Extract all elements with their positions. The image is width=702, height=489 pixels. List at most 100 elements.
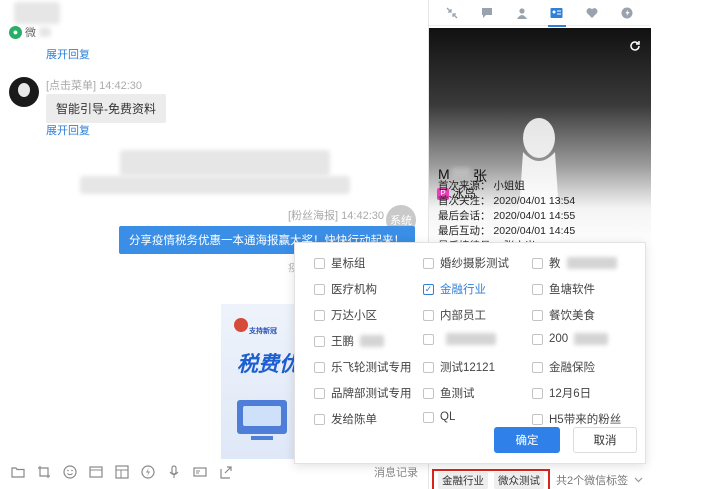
checkbox[interactable]	[314, 257, 325, 269]
microphone-icon[interactable]	[166, 464, 182, 480]
heart-icon[interactable]	[581, 2, 603, 24]
tag-option[interactable]	[423, 333, 496, 345]
tag-option[interactable]: 医疗机构	[314, 281, 377, 297]
tag-option[interactable]: 200	[532, 333, 609, 345]
checkbox[interactable]	[532, 257, 543, 269]
tag-option[interactable]: 内部员工	[423, 307, 486, 323]
shrink-icon[interactable]	[441, 2, 463, 24]
emblem-icon	[234, 318, 248, 332]
export-icon[interactable]	[218, 464, 234, 480]
checkbox[interactable]	[314, 387, 325, 399]
chart-icon[interactable]	[616, 2, 638, 24]
panel-tabs	[429, 0, 650, 27]
checkbox[interactable]	[314, 283, 325, 295]
tag-option[interactable]: 测试12121	[423, 359, 495, 375]
tag-option-label: 婚纱摄影测试	[440, 258, 509, 270]
tag-chip[interactable]: 金融行业	[438, 471, 488, 489]
tag-option[interactable]: 乐飞轮测试专用	[314, 359, 412, 375]
tag-option[interactable]: 王鹏	[314, 333, 384, 349]
tag-option-label: 餐饮美食	[549, 310, 595, 322]
tag-option[interactable]: 婚纱摄影测试	[423, 255, 509, 271]
poster-subtitle: 支持新冠	[249, 328, 277, 335]
tag-option-label: 金融保险	[549, 362, 595, 374]
info-first-source: 首次来源： 小姐姐	[438, 180, 525, 192]
expand-reply-link[interactable]: 展开回复	[46, 46, 90, 62]
user-avatar[interactable]	[9, 77, 39, 107]
emoji-icon[interactable]	[62, 464, 78, 480]
tag-option-label: 乐飞轮测试专用	[331, 362, 412, 374]
tag-option-label: 鱼塘软件	[549, 284, 595, 296]
message-meta: [粉丝海报] 14:42:30	[288, 210, 384, 222]
wechat-icon: ●	[9, 25, 22, 39]
message-record-link[interactable]: 消息记录	[374, 464, 418, 480]
tag-chip[interactable]: 微众测试	[494, 471, 544, 489]
checkbox[interactable]	[423, 333, 434, 345]
checkbox[interactable]	[423, 309, 434, 321]
checkbox[interactable]	[532, 283, 543, 295]
tag-option-label: 教	[549, 258, 561, 270]
selected-tags-highlight: 金融行业 微众测试	[432, 468, 550, 489]
tag-option-label: 200	[549, 333, 569, 345]
checkbox[interactable]	[532, 361, 543, 373]
blurred-region	[120, 150, 330, 176]
monitor-base	[251, 436, 273, 440]
folder-icon[interactable]	[10, 464, 26, 480]
blurred-region	[14, 2, 60, 24]
checkbox[interactable]	[423, 361, 434, 373]
tag-option[interactable]: H5带来的粉丝	[532, 411, 621, 427]
tag-option-label: 王鹏	[331, 336, 354, 348]
info-last-session: 最后会话： 2020/04/01 14:55	[438, 210, 576, 222]
checkbox-checked[interactable]: ✓	[423, 283, 434, 295]
tag-option-label: 万达小区	[331, 310, 377, 322]
checkbox[interactable]	[532, 333, 543, 345]
checkbox[interactable]	[314, 413, 325, 425]
confirm-button[interactable]: 确定	[494, 427, 560, 453]
tag-option[interactable]: 鱼测试	[423, 385, 475, 401]
checkbox[interactable]	[532, 387, 543, 399]
profile-card: M 张 P 冰岛 首次来源： 小姐姐 首次关注： 2020/04/01 13:5…	[429, 28, 651, 248]
tag-option[interactable]: ✓ 金融行业	[423, 281, 486, 297]
tag-option[interactable]: QL	[423, 411, 455, 423]
tag-option[interactable]: 金融保险	[532, 359, 595, 375]
id-card-icon[interactable]	[546, 2, 568, 27]
tag-option[interactable]: 星标组	[314, 255, 366, 271]
refresh-icon[interactable]	[629, 40, 641, 55]
tag-option-label: 金融行业	[440, 284, 486, 296]
tag-option[interactable]: 12月6日	[532, 385, 591, 401]
tag-option[interactable]: 万达小区	[314, 307, 377, 323]
comment-icon[interactable]	[476, 2, 498, 24]
cancel-button[interactable]: 取消	[573, 427, 637, 453]
tag-option-label: 星标组	[331, 258, 366, 270]
tag-count[interactable]: 共2个微信标签	[556, 472, 628, 488]
tag-selector-popup: 星标组 婚纱摄影测试 教医疗机构 ✓ 金融行业 鱼塘软件万达小区 内部员工 餐饮美食王鹏 200…	[294, 242, 646, 464]
checkbox[interactable]	[423, 257, 434, 269]
checkbox[interactable]	[314, 335, 325, 347]
tag-option-label: 测试12121	[440, 362, 495, 374]
checkbox[interactable]	[423, 387, 434, 399]
template-icon[interactable]	[114, 464, 130, 480]
message-meta: [点击菜单] 14:42:30	[46, 80, 142, 92]
checkbox[interactable]	[314, 361, 325, 373]
chevron-down-icon[interactable]	[634, 475, 643, 485]
checkbox[interactable]	[532, 413, 543, 425]
tag-option-label: QL	[440, 411, 456, 423]
tag-option[interactable]: 餐饮美食	[532, 307, 595, 323]
tag-option[interactable]: 教	[532, 255, 617, 271]
file-icon[interactable]	[88, 464, 104, 480]
poster-image[interactable]: 支持新冠 税费优	[221, 304, 301, 459]
flash-icon[interactable]	[140, 464, 156, 480]
info-last-interaction: 最后互动： 2020/04/01 14:45	[438, 225, 576, 237]
checkbox[interactable]	[532, 309, 543, 321]
blurred-text	[574, 333, 609, 345]
expand-reply-link[interactable]: 展开回复	[46, 122, 90, 138]
card-icon[interactable]	[192, 464, 208, 480]
checkbox[interactable]	[314, 309, 325, 321]
blurred-text	[566, 257, 617, 269]
checkbox[interactable]	[423, 411, 434, 423]
crop-icon[interactable]	[36, 464, 52, 480]
tag-option[interactable]: 品牌部测试专用	[314, 385, 412, 401]
tag-option[interactable]: 发给陈单	[314, 411, 377, 427]
user-icon[interactable]	[511, 2, 533, 24]
poster-title: 税费优	[237, 351, 300, 376]
tag-option[interactable]: 鱼塘软件	[532, 281, 595, 297]
